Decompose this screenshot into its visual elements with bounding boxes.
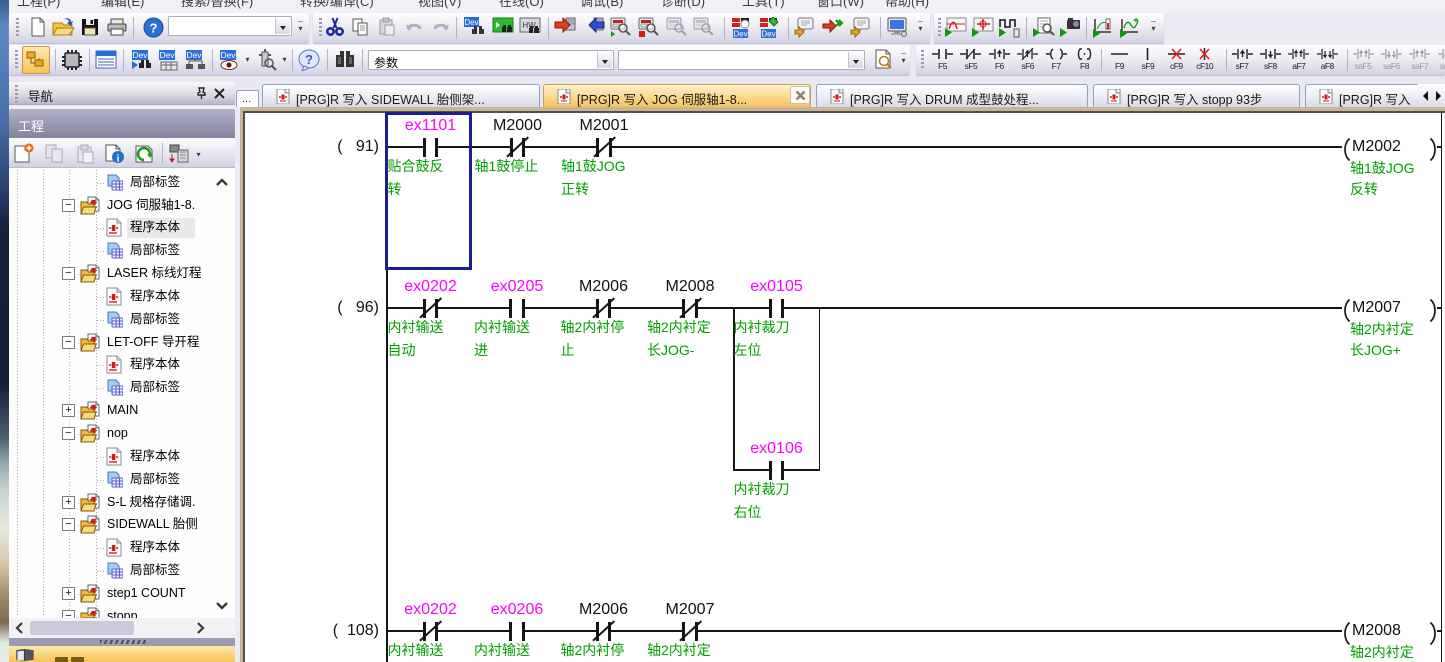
- svg-text:?: ?: [150, 21, 158, 36]
- svg-text:Dev: Dev: [132, 50, 148, 60]
- svg-text:Dev: Dev: [464, 18, 478, 27]
- svg-text:Dev: Dev: [733, 30, 747, 39]
- svg-text:Dev: Dev: [186, 50, 202, 60]
- svg-text:Dev: Dev: [159, 50, 175, 60]
- svg-text:?: ?: [305, 52, 313, 67]
- svg-text:Dev: Dev: [761, 30, 775, 39]
- svg-text:Dev: Dev: [220, 50, 236, 60]
- svg-text:i: i: [117, 154, 120, 165]
